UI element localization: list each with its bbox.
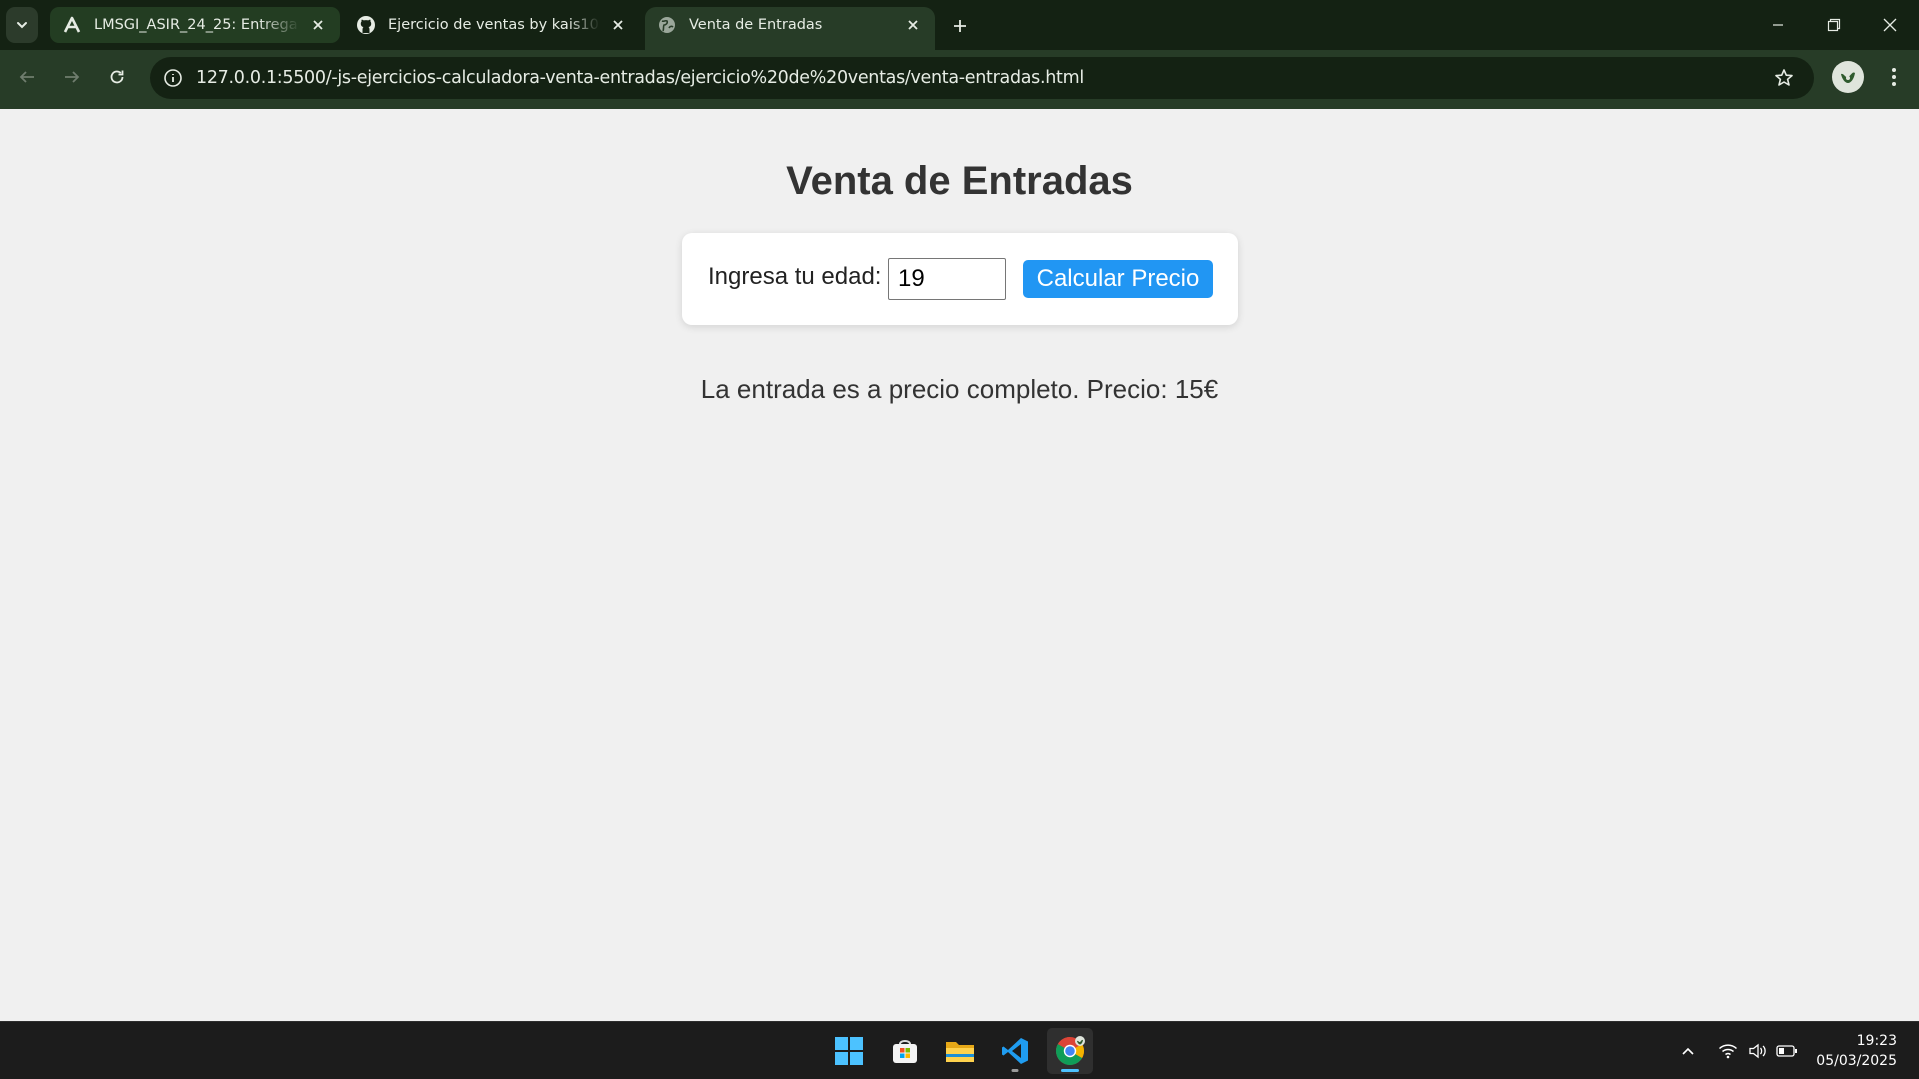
avatar-icon <box>1837 66 1859 88</box>
new-tab-button[interactable] <box>944 10 976 42</box>
price-result-text: La entrada es a precio completo. Precio:… <box>700 374 1219 404</box>
page-viewport: Venta de Entradas Ingresa tu edad: Calcu… <box>0 109 1919 1021</box>
browser-tab-strip: LMSGI_ASIR_24_25: Entrega tarea Ejercici… <box>0 0 1919 50</box>
browser-menu-button[interactable] <box>1876 59 1912 95</box>
github-icon <box>356 15 376 35</box>
restore-button[interactable] <box>1806 0 1862 50</box>
site-info-icon[interactable] <box>158 63 188 93</box>
age-form-card: Ingresa tu edad: Calcular Precio <box>682 233 1238 325</box>
reload-button[interactable] <box>99 59 135 95</box>
bookmark-star-icon[interactable] <box>1770 64 1798 92</box>
reload-icon <box>110 70 124 84</box>
windows-taskbar: 19:23 05/03/2025 <box>0 1021 1919 1079</box>
close-tab-icon[interactable] <box>903 15 923 35</box>
address-bar[interactable]: 127.0.0.1:5500/-js-ejercicios-calculador… <box>150 57 1814 99</box>
wifi-icon[interactable] <box>1716 1039 1740 1063</box>
battery-icon[interactable] <box>1775 1039 1799 1063</box>
plus-icon <box>954 20 966 32</box>
calculate-price-button[interactable]: Calcular Precio <box>1023 260 1213 298</box>
kebab-menu-icon <box>1892 68 1896 86</box>
forward-button[interactable] <box>54 59 90 95</box>
browser-tab-venta-entradas[interactable]: Venta de Entradas <box>645 7 935 50</box>
restore-icon <box>1827 18 1841 32</box>
windows-start-icon[interactable] <box>826 1028 872 1074</box>
system-clock[interactable]: 19:23 05/03/2025 <box>1816 1031 1897 1071</box>
close-tab-icon[interactable] <box>308 15 328 35</box>
chrome-icon[interactable] <box>1047 1028 1093 1074</box>
globe-icon <box>657 15 677 35</box>
url-text[interactable]: 127.0.0.1:5500/-js-ejercicios-calculador… <box>196 68 1084 88</box>
volume-icon[interactable] <box>1746 1039 1770 1063</box>
show-hidden-icons-chevron-icon[interactable] <box>1676 1039 1700 1063</box>
tab-search-button[interactable] <box>6 7 38 43</box>
browser-toolbar: 127.0.0.1:5500/-js-ejercicios-calculador… <box>0 50 1919 109</box>
clock-time: 19:23 <box>1856 1033 1897 1049</box>
arrow-right-icon <box>65 71 80 83</box>
file-explorer-icon[interactable] <box>937 1028 983 1074</box>
browser-tab-github[interactable]: Ejercicio de ventas by kais1008 <box>344 7 640 43</box>
close-icon <box>1883 18 1897 32</box>
moodle-a-icon <box>62 15 82 35</box>
active-indicator <box>1061 1069 1079 1072</box>
close-tab-icon[interactable] <box>608 15 628 35</box>
tab-title: Ejercicio de ventas by kais1008 <box>388 17 600 33</box>
running-indicator <box>1011 1069 1019 1072</box>
age-input[interactable] <box>888 258 1006 300</box>
page-title: Venta de Entradas <box>786 159 1133 203</box>
vscode-icon[interactable] <box>992 1028 1038 1074</box>
minimize-icon <box>1773 24 1783 26</box>
arrow-left-icon <box>19 71 34 83</box>
tab-title: Venta de Entradas <box>689 17 823 33</box>
back-button[interactable] <box>9 59 45 95</box>
minimize-button[interactable] <box>1750 0 1806 50</box>
browser-tab-moodle[interactable]: LMSGI_ASIR_24_25: Entrega tarea <box>50 7 340 43</box>
chevron-down-icon <box>17 22 27 29</box>
close-window-button[interactable] <box>1862 0 1918 50</box>
microsoft-store-icon[interactable] <box>882 1028 928 1074</box>
age-label: Ingresa tu edad: <box>708 263 882 290</box>
profile-avatar[interactable] <box>1832 61 1864 93</box>
clock-date: 05/03/2025 <box>1816 1053 1897 1069</box>
tab-title: LMSGI_ASIR_24_25: Entrega tarea <box>94 17 300 33</box>
